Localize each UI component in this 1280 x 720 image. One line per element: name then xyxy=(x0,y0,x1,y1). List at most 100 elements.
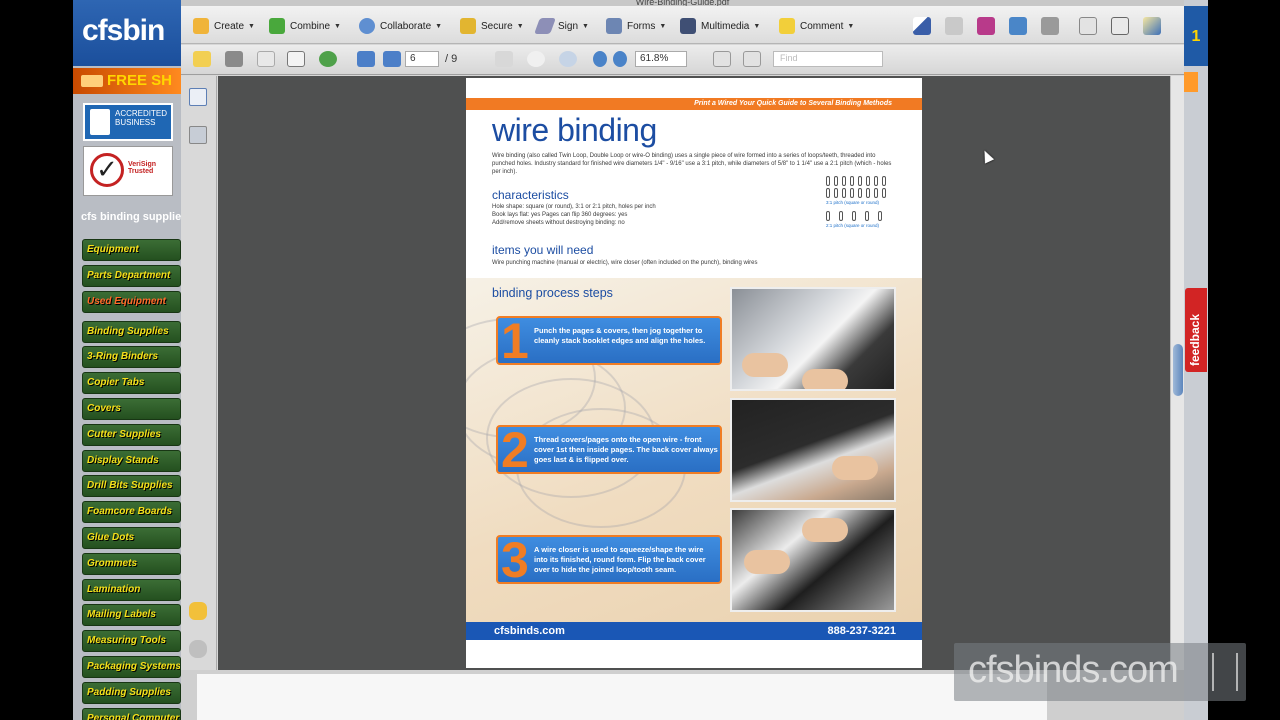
characteristic-line: Add/remove sheets without destroying bin… xyxy=(492,220,625,226)
combine-button[interactable]: Combine ▼ xyxy=(269,15,341,37)
verisign-text: VeriSign Trusted xyxy=(128,161,157,175)
print-icon[interactable] xyxy=(225,51,243,67)
find-input[interactable]: Find xyxy=(773,51,883,67)
crop-icon[interactable] xyxy=(1111,17,1129,35)
site-logo[interactable]: cfsbin xyxy=(73,0,181,66)
fit-width-icon[interactable] xyxy=(713,51,731,67)
scrollbar-thumb[interactable] xyxy=(1173,344,1183,396)
create-label: Create xyxy=(214,20,245,32)
next-page-icon[interactable] xyxy=(383,51,401,67)
sign-button[interactable]: Sign ▼ xyxy=(534,15,589,37)
needs-heading: items you will need xyxy=(492,243,594,257)
collaborate-button[interactable]: Collaborate ▼ xyxy=(359,15,442,37)
characteristic-line: Hole shape: square (or round), 3:1 or 2:… xyxy=(492,204,656,210)
vertical-scrollbar[interactable] xyxy=(1170,76,1184,670)
loop-row xyxy=(826,211,898,221)
collaborate-label: Collaborate xyxy=(380,20,432,32)
step-number: 3 xyxy=(501,532,529,588)
menu-glue-dots[interactable]: Glue Dots xyxy=(82,526,181,549)
secure-button[interactable]: Secure ▼ xyxy=(460,15,524,37)
attach-icon[interactable] xyxy=(1041,17,1059,35)
free-shipping-banner[interactable]: FREE SH xyxy=(73,68,181,94)
step-2-photo xyxy=(730,398,896,502)
menu-foamcore-boards[interactable]: Foamcore Boards xyxy=(82,501,181,524)
menu-covers[interactable]: Covers xyxy=(82,397,181,420)
email-icon[interactable] xyxy=(287,51,305,67)
text-select-tool-icon[interactable] xyxy=(495,51,513,67)
page-number-input[interactable]: 6 xyxy=(405,51,439,67)
verisign-badge[interactable]: ✓ VeriSign Trusted xyxy=(83,146,173,196)
step-3-photo xyxy=(730,508,896,612)
edit-icon[interactable] xyxy=(1143,17,1161,35)
object-tool-icon[interactable] xyxy=(1009,17,1027,35)
banner-fragment xyxy=(1184,72,1198,92)
menu-cutter-supplies[interactable]: Cutter Supplies xyxy=(82,423,181,446)
hand-shape xyxy=(744,550,790,574)
zoom-out-icon[interactable] xyxy=(593,51,607,67)
step-text: Thread covers/pages onto the open wire -… xyxy=(534,435,718,464)
save-icon[interactable] xyxy=(257,51,275,67)
tasks-toolbar: Create ▼ Combine ▼ Collaborate ▼ Secure ▼ Si… xyxy=(181,6,1184,44)
menu-display-stands[interactable]: Display Stands xyxy=(82,449,181,472)
menu-3-ring-binders[interactable]: 3-Ring Binders xyxy=(82,346,181,369)
multimedia-button[interactable]: Multimedia ▼ xyxy=(680,15,760,37)
bbb-badge[interactable]: ACCREDITED BUSINESS xyxy=(83,103,173,141)
step-number: 2 xyxy=(501,422,529,478)
forms-button[interactable]: Forms ▼ xyxy=(606,15,666,37)
chevron-down-icon: ▼ xyxy=(516,22,524,30)
pdf-intro: Wire binding (also called Twin Loop, Dou… xyxy=(492,153,892,175)
form-field-icon[interactable] xyxy=(1079,17,1097,35)
open-folder-icon[interactable] xyxy=(193,51,211,67)
hand-tool-icon[interactable] xyxy=(527,51,545,67)
checkmark-icon: ✓ xyxy=(90,153,124,187)
comments-icon[interactable] xyxy=(189,602,207,620)
multimedia-label: Multimedia xyxy=(701,20,750,32)
touchup-icon[interactable] xyxy=(977,17,995,35)
loop-row xyxy=(826,188,898,198)
select-arrow-icon[interactable] xyxy=(913,17,931,35)
menu-copier-tabs[interactable]: Copier Tabs xyxy=(82,372,181,395)
step-1-photo xyxy=(730,287,896,391)
chevron-down-icon: ▼ xyxy=(659,22,667,30)
signatures-icon[interactable] xyxy=(189,126,207,144)
menu-mailing-labels[interactable]: Mailing Labels xyxy=(82,604,181,627)
pdf-footer: cfsbinds.com 888-237-3221 xyxy=(466,622,922,640)
menu-padding-supplies[interactable]: Padding Supplies xyxy=(82,681,181,704)
sign-label: Sign xyxy=(558,20,579,32)
create-button[interactable]: Create ▼ xyxy=(193,15,255,37)
fit-page-icon[interactable] xyxy=(743,51,761,67)
logo-wave-icon xyxy=(1212,653,1238,691)
step-number: 1 xyxy=(501,313,529,369)
zoom-tool-icon[interactable] xyxy=(559,51,577,67)
zoom-input[interactable]: 61.8% xyxy=(635,51,687,67)
menu-packaging-systems[interactable]: Packaging Systems xyxy=(82,655,181,678)
pages-icon[interactable] xyxy=(189,88,207,106)
pdf-top-banner: Print a Wired Your Quick Guide to Severa… xyxy=(466,98,922,110)
navigation-pane xyxy=(181,76,217,670)
menu-binding-supplies[interactable]: Binding Supplies xyxy=(82,320,181,343)
hand-shape xyxy=(802,369,848,389)
menu-parts-department[interactable]: Parts Department xyxy=(82,264,181,287)
text-select-icon[interactable] xyxy=(945,17,963,35)
bbb-text: ACCREDITED BUSINESS xyxy=(115,109,168,127)
menu-lamination[interactable]: Lamination xyxy=(82,578,181,601)
menu-used-equipment[interactable]: Used Equipment xyxy=(82,290,181,313)
step-1: 1 Punch the pages & covers, then jog tog… xyxy=(496,313,722,369)
free-banner-text: FREE SH xyxy=(107,72,173,89)
combine-icon xyxy=(269,18,285,34)
video-watermark: cfsbinds.com xyxy=(954,643,1246,701)
menu-measuring-tools[interactable]: Measuring Tools xyxy=(82,630,181,653)
paperclip-icon[interactable] xyxy=(189,640,207,658)
share-icon[interactable] xyxy=(319,51,337,67)
chevron-down-icon: ▼ xyxy=(334,22,341,30)
menu-personal-computer[interactable]: Personal Computer xyxy=(82,707,181,720)
menu-equipment[interactable]: Equipment xyxy=(82,239,181,261)
comment-button[interactable]: Comment ▼ xyxy=(779,15,854,37)
feedback-tab[interactable]: feedback xyxy=(1185,288,1207,372)
menu-drill-bits[interactable]: Drill Bits Supplies xyxy=(82,475,181,498)
menu-grommets[interactable]: Grommets xyxy=(82,552,181,575)
zoom-in-icon[interactable] xyxy=(613,51,627,67)
prev-page-icon[interactable] xyxy=(357,51,375,67)
footer-site: cfsbinds.com xyxy=(494,625,565,637)
comment-icon xyxy=(779,18,795,34)
